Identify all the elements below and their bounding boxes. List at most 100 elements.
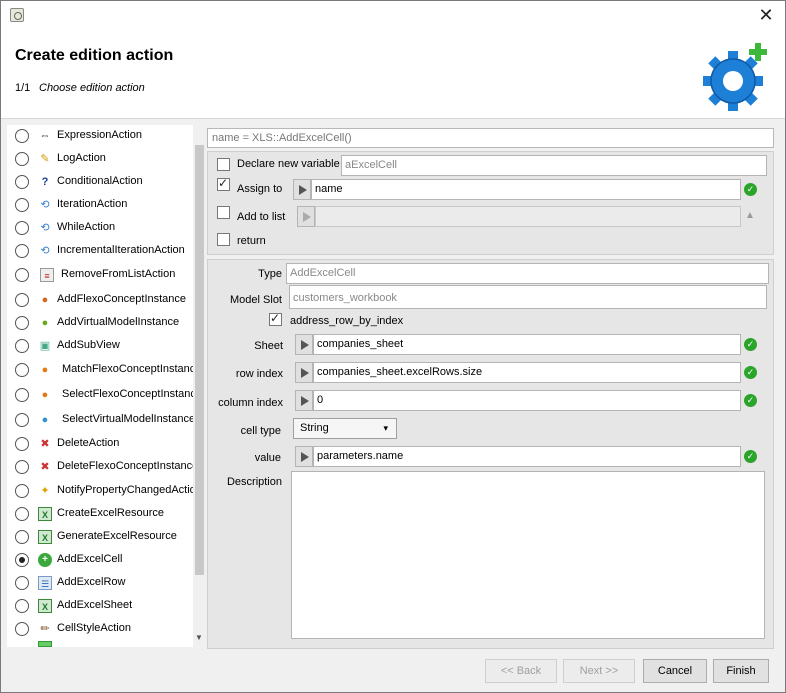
list-item[interactable]: ✖ DeleteFlexoConceptInstance xyxy=(7,456,198,479)
sheet-binding-button[interactable] xyxy=(295,334,313,355)
list-item[interactable]: ≡ RemoveFromListAction xyxy=(7,264,193,287)
list-item[interactable]: X GenerateExcelResource xyxy=(7,526,193,549)
remove-list-icon: ≡ xyxy=(40,268,54,282)
add-vm-icon: ● xyxy=(41,317,49,329)
value-field[interactable]: parameters.name xyxy=(313,446,741,467)
list-item-label: RemoveFromListAction xyxy=(61,268,176,280)
column-index-binding-button[interactable] xyxy=(295,390,313,411)
list-item-label: DeleteFlexoConceptInstance xyxy=(57,460,199,472)
return-label: return xyxy=(237,235,266,247)
radio-button[interactable] xyxy=(15,244,29,258)
radio-button[interactable] xyxy=(15,221,29,235)
description-textarea[interactable] xyxy=(291,471,765,639)
list-item[interactable]: ☰ AddExcelRow xyxy=(7,572,193,595)
address-row-checkbox[interactable] xyxy=(269,311,282,326)
cancel-button[interactable]: Cancel xyxy=(643,659,707,683)
list-item[interactable]: ⟲ WhileAction xyxy=(7,217,193,240)
valid-check-icon: ✓ xyxy=(744,183,757,196)
column-index-field[interactable]: 0 xyxy=(313,390,741,411)
assign-to-field[interactable]: name xyxy=(311,179,741,200)
add-to-list-binding-button[interactable] xyxy=(297,206,315,227)
list-item-label: WhileAction xyxy=(57,221,116,233)
list-item-label: MatchFlexoConceptInstance xyxy=(62,363,202,375)
list-item[interactable]: ⟲ IncrementalIterationAction xyxy=(7,240,193,263)
list-item[interactable]: ✦ NotifyPropertyChangedAction xyxy=(7,480,202,503)
action-name-field[interactable]: name = XLS::AddExcelCell() xyxy=(207,128,774,148)
radio-button[interactable] xyxy=(15,363,29,377)
radio-button[interactable] xyxy=(15,293,29,307)
scroll-down-icon[interactable]: ▼ xyxy=(195,633,203,642)
radio-button[interactable] xyxy=(15,507,29,521)
declare-variable-checkbox[interactable] xyxy=(217,158,230,171)
list-item-label: ConditionalAction xyxy=(57,175,143,187)
list-item[interactable]: ● MatchFlexoConceptInstance xyxy=(7,359,201,382)
list-item-label: IncrementalIterationAction xyxy=(57,244,185,256)
sheet-label: Sheet xyxy=(254,340,283,352)
radio-button[interactable] xyxy=(15,316,29,330)
radio-button[interactable] xyxy=(15,413,29,427)
next-button[interactable]: Next >> xyxy=(563,659,635,683)
list-item[interactable]: X AddExcelSheet xyxy=(7,595,193,618)
back-button[interactable]: << Back xyxy=(485,659,557,683)
brush-icon: ✏ xyxy=(40,623,50,635)
list-item-label: AddVirtualModelInstance xyxy=(57,316,180,328)
valid-check-icon: ✓ xyxy=(744,394,757,407)
list-item[interactable]: ▣ AddSubView xyxy=(7,335,193,358)
radio-button[interactable] xyxy=(15,460,29,474)
radio-button[interactable] xyxy=(15,599,29,613)
close-icon[interactable]: ✕ xyxy=(757,6,775,24)
list-item[interactable]: + AddExcelCell xyxy=(7,549,193,572)
radio-button[interactable] xyxy=(15,622,29,636)
radio-button[interactable] xyxy=(15,437,29,451)
radio-button[interactable] xyxy=(15,388,29,402)
list-item-label: IterationAction xyxy=(57,198,128,210)
radio-button[interactable] xyxy=(15,576,29,590)
list-item[interactable]: ⟲ IterationAction xyxy=(7,194,193,217)
radio-button[interactable] xyxy=(15,339,29,353)
radio-button[interactable] xyxy=(15,175,29,189)
type-field: AddExcelCell xyxy=(286,263,769,284)
list-item[interactable]: ● SelectFlexoConceptInstance xyxy=(7,384,202,407)
finish-button[interactable]: Finish xyxy=(713,659,769,683)
return-checkbox[interactable] xyxy=(217,233,230,246)
list-item[interactable]: ● AddVirtualModelInstance xyxy=(7,312,193,335)
list-item-label: GenerateExcelResource xyxy=(57,530,177,542)
variable-name-field[interactable]: aExcelCell xyxy=(341,155,767,176)
model-slot-field[interactable]: customers_workbook xyxy=(289,285,767,309)
list-item-label: NotifyPropertyChangedAction xyxy=(57,484,202,496)
cell-type-select[interactable]: String ▾ xyxy=(293,418,397,439)
list-item[interactable]: ? ConditionalAction xyxy=(7,171,193,194)
list-item[interactable]: X CreateExcelResource xyxy=(7,503,193,526)
radio-button[interactable] xyxy=(15,198,29,212)
list-item-label: AddExcelRow xyxy=(57,576,126,588)
cell-type-label: cell type xyxy=(240,425,281,437)
scroll-thumb[interactable] xyxy=(195,145,204,575)
radio-button[interactable] xyxy=(15,129,29,143)
sheet-field[interactable]: companies_sheet xyxy=(313,334,741,355)
assign-to-binding-button[interactable] xyxy=(293,179,311,200)
radio-button[interactable] xyxy=(15,553,29,567)
list-item[interactable]: ⇔ ExpressionAction xyxy=(7,125,193,148)
list-item[interactable]: ✖ DeleteAction xyxy=(7,433,193,456)
excel-row-icon: ☰ xyxy=(38,576,52,590)
row-index-binding-button[interactable] xyxy=(295,362,313,383)
list-item[interactable]: ● SelectVirtualModelInstance xyxy=(7,409,195,432)
add-to-list-checkbox[interactable] xyxy=(217,206,230,219)
value-binding-button[interactable] xyxy=(295,446,313,467)
list-item-label: CellStyleAction xyxy=(57,622,131,634)
step-description: Choose edition action xyxy=(39,82,145,94)
loop-icon: ⟲ xyxy=(40,222,50,234)
add-to-list-field[interactable] xyxy=(315,206,741,227)
scrollbar[interactable]: ▼ xyxy=(193,125,205,647)
row-index-field[interactable]: companies_sheet.excelRows.size xyxy=(313,362,741,383)
radio-button[interactable] xyxy=(15,152,29,166)
list-item[interactable]: ● AddFlexoConceptInstance xyxy=(7,289,193,312)
assign-to-checkbox[interactable] xyxy=(217,176,230,191)
radio-button[interactable] xyxy=(15,484,29,498)
list-item[interactable]: ✎ LogAction xyxy=(7,148,193,171)
radio-button[interactable] xyxy=(15,268,29,282)
list-item[interactable]: ✏ CellStyleAction xyxy=(7,618,193,641)
add-subview-icon: ▣ xyxy=(39,340,51,352)
question-icon: ? xyxy=(41,176,49,188)
radio-button[interactable] xyxy=(15,530,29,544)
